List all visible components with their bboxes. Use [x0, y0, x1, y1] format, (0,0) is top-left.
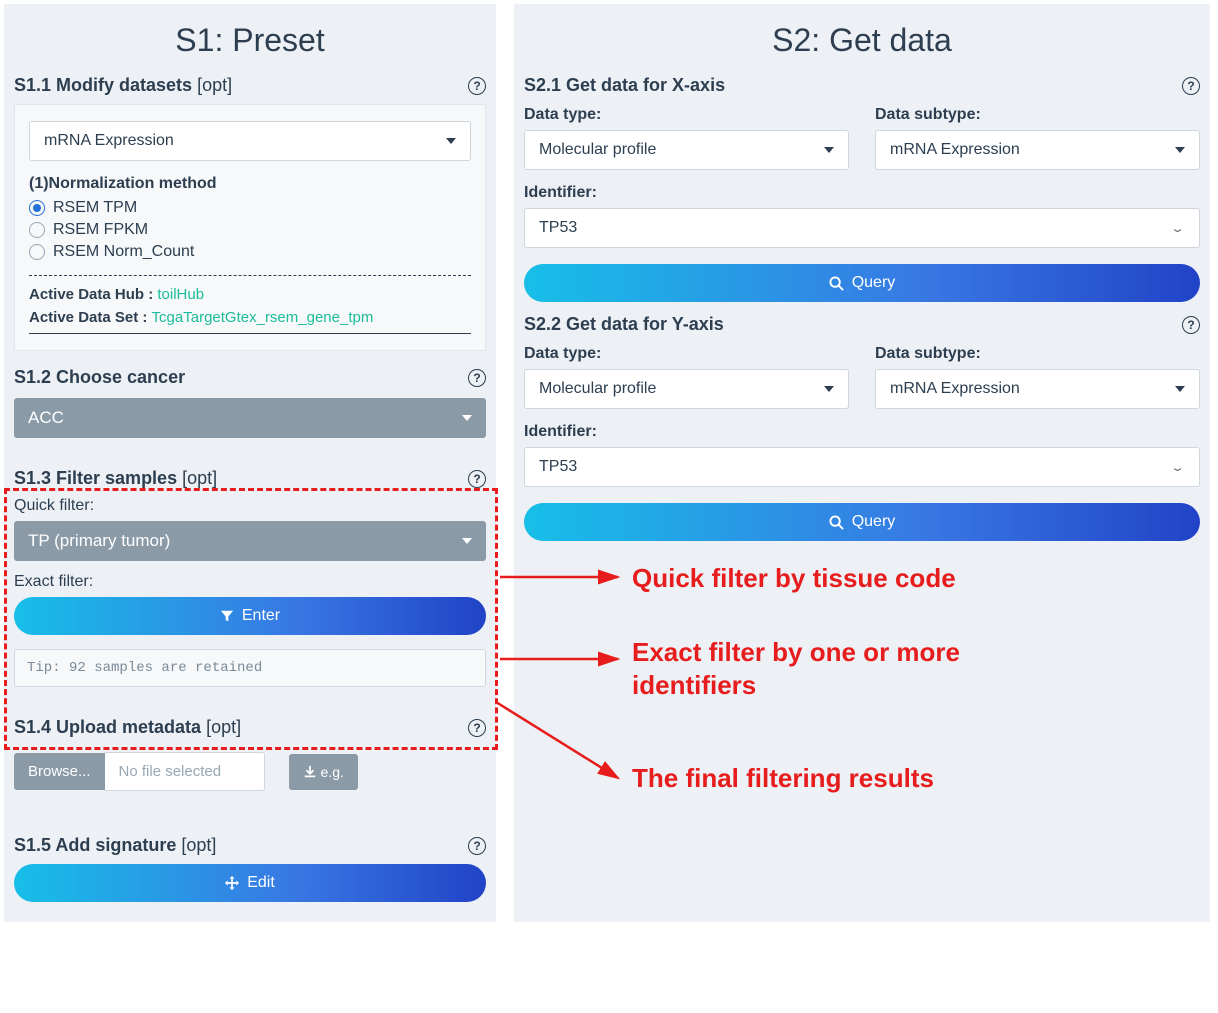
annotation-arrows [0, 0, 1218, 1013]
